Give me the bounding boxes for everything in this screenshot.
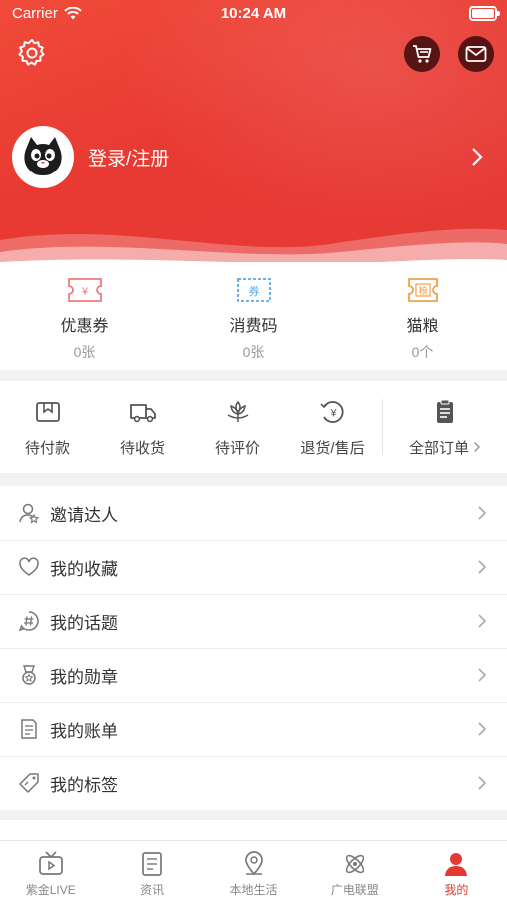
tab-news[interactable]: 资讯	[101, 841, 202, 900]
cat-food-icon: 粮	[407, 278, 438, 302]
refund-icon: ¥	[319, 400, 344, 423]
profile-header: Carrier 10:24 AM 登录/注册	[0, 0, 507, 265]
bill-icon	[21, 719, 37, 739]
all-orders-label-row: 全部订单	[409, 437, 481, 458]
order-refund[interactable]: ¥ 退货/售后	[285, 397, 380, 458]
coupon-count: 0张	[73, 344, 96, 360]
chevron-right-icon	[478, 722, 487, 736]
menu-label: 我的收藏	[50, 559, 118, 579]
wallet-icon	[35, 401, 60, 422]
message-button[interactable]	[458, 36, 494, 72]
menu-label: 我的话题	[50, 613, 118, 633]
order-pending-receipt[interactable]: 待收货	[95, 397, 190, 458]
voucher-glyph: 券	[248, 284, 259, 298]
invite-user-icon	[19, 503, 40, 524]
user-icon	[445, 853, 468, 876]
chevron-right-icon	[472, 148, 483, 166]
atom-icon	[345, 854, 365, 874]
tab-label: 本地生活	[229, 883, 278, 897]
status-bar: Carrier 10:24 AM	[0, 0, 507, 28]
chevron-right-icon	[478, 506, 487, 520]
chevron-right-icon	[478, 560, 487, 574]
order-pending-review[interactable]: 待评价	[190, 397, 285, 458]
truck-icon	[129, 403, 156, 422]
cat-food-glyph: 粮	[418, 285, 427, 297]
cart-button[interactable]	[404, 36, 440, 72]
status-time: 10:24 AM	[220, 5, 287, 22]
coupon-count: 0个	[411, 344, 434, 360]
voucher-icon: 券	[236, 278, 271, 302]
order-label: 待付款	[24, 439, 70, 457]
coupon-yen-glyph: ¥	[80, 286, 88, 298]
tab-label: 广电联盟	[330, 883, 379, 897]
menu-item-medals[interactable]: 我的勋章	[0, 648, 507, 702]
coupon-name: 猫粮	[406, 318, 439, 335]
coupon-item-cat-food[interactable]: 粮 猫粮 0个	[338, 262, 507, 370]
menu-item-tags[interactable]: 我的标签	[0, 756, 507, 810]
chevron-right-icon	[473, 441, 481, 453]
order-pending-payment[interactable]: 待付款	[0, 397, 95, 458]
tv-icon	[38, 851, 63, 875]
tab-label: 资讯	[140, 883, 165, 897]
header-wave	[0, 228, 507, 265]
all-orders-button[interactable]: 全部订单	[385, 397, 505, 458]
menu-label: 邀请达人	[50, 505, 118, 525]
profile-menu-list: 邀请达人 我的收藏 我的话题 我的勋章 我的账单 我的标签	[0, 486, 507, 810]
login-register-link[interactable]: 登录/注册	[88, 144, 169, 171]
order-divider	[382, 399, 383, 455]
menu-label: 我的标签	[50, 775, 118, 795]
coupon-icon: ¥	[67, 278, 102, 302]
tab-local-life[interactable]: 本地生活	[203, 841, 304, 900]
coupon-name: 优惠券	[60, 318, 109, 335]
battery-icon	[469, 6, 500, 21]
hashtag-icon	[18, 611, 39, 632]
chevron-right-icon	[478, 776, 487, 790]
coupon-item-consumption-code[interactable]: 券 消费码 0张	[169, 262, 338, 370]
tab-label: 紫金LIVE	[25, 883, 76, 897]
coupon-name: 消费码	[229, 318, 278, 335]
all-orders-label: 全部订单	[408, 439, 469, 457]
order-label: 退货/售后	[300, 439, 365, 457]
clipboard-icon	[437, 399, 453, 423]
menu-item-invite[interactable]: 邀请达人	[0, 486, 507, 540]
cart-icon	[413, 45, 432, 63]
mail-icon	[465, 46, 487, 62]
menu-section-partial	[0, 820, 507, 842]
tag-icon	[19, 773, 39, 793]
tab-alliance[interactable]: 广电联盟	[304, 841, 405, 900]
order-label: 待收货	[119, 439, 165, 457]
flower-icon	[227, 400, 248, 422]
tab-label: 我的	[444, 883, 469, 897]
menu-item-bills[interactable]: 我的账单	[0, 702, 507, 756]
menu-item-favorites[interactable]: 我的收藏	[0, 540, 507, 594]
coupon-item-discount[interactable]: ¥ 优惠券 0张	[0, 262, 169, 370]
chevron-right-icon	[478, 668, 487, 682]
menu-label: 我的勋章	[50, 667, 118, 687]
menu-item-topics[interactable]: 我的话题	[0, 594, 507, 648]
chevron-right-icon	[478, 614, 487, 628]
tab-live[interactable]: 紫金LIVE	[0, 841, 101, 900]
coupon-summary: ¥ 优惠券 0张 券 消费码 0张 粮 猫粮 0个	[0, 262, 507, 370]
order-status-bar: 待付款 待收货 待评价 ¥ 退货/售后 全部订单	[0, 381, 507, 473]
menu-label: 我的账单	[50, 721, 118, 741]
bottom-tab-bar: 紫金LIVE 资讯 本地生活 广电联盟 我的	[0, 840, 507, 900]
order-label: 待评价	[214, 439, 260, 457]
coupon-count: 0张	[242, 344, 265, 360]
medal-icon	[22, 665, 36, 685]
heart-icon	[19, 557, 39, 576]
news-icon	[142, 852, 162, 876]
avatar[interactable]	[12, 126, 74, 188]
cat-avatar-icon	[24, 137, 62, 177]
settings-gear-icon[interactable]	[16, 37, 48, 69]
refund-yen-glyph: ¥	[329, 407, 337, 419]
tab-mine[interactable]: 我的	[406, 841, 507, 900]
login-row[interactable]: 登录/注册	[12, 126, 495, 188]
location-icon	[244, 851, 263, 876]
